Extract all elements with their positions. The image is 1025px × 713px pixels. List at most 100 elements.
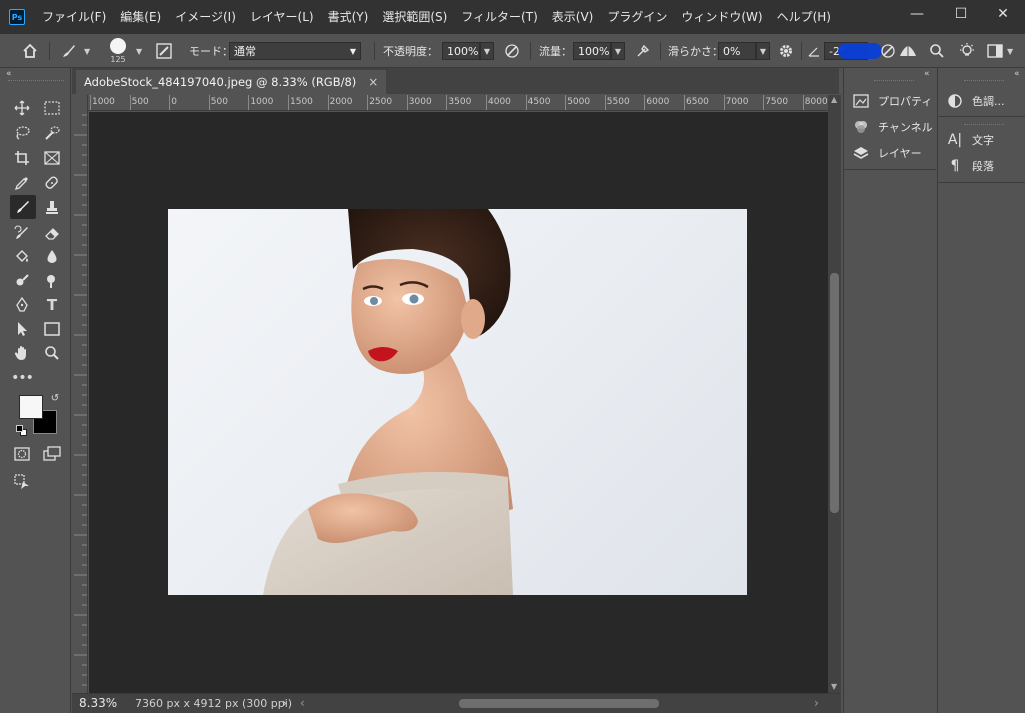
airbrush-icon[interactable]	[635, 34, 651, 68]
menu-plugins[interactable]: プラグイン	[600, 0, 674, 34]
menu-view[interactable]: 表示(V)	[545, 0, 601, 34]
menu-file[interactable]: ファイル(F)	[35, 0, 113, 34]
panel-adjustments[interactable]: 色調...	[946, 90, 1005, 112]
collapse-dock-icon[interactable]: «	[924, 69, 930, 79]
eraser-tool-icon[interactable]	[41, 222, 63, 244]
path-selection-tool-icon[interactable]	[11, 318, 33, 340]
quick-mask-icon[interactable]	[11, 443, 33, 465]
collapse-dock-icon[interactable]: «	[1014, 69, 1020, 79]
panel-properties[interactable]: プロパティ	[852, 90, 932, 112]
document-tab[interactable]: AdobeStock_484197040.jpeg @ 8.33% (RGB/8…	[76, 70, 387, 94]
zoom-lens-tool-icon[interactable]	[41, 270, 63, 292]
panel-dock-2: « 色調... A| 文字 ¶ 段落	[937, 68, 1025, 713]
mode-select[interactable]: 通常 ▼	[229, 34, 361, 68]
vertical-scrollbar[interactable]: ▲ ▼	[828, 95, 841, 693]
scroll-left-icon[interactable]: ‹	[300, 696, 305, 710]
home-icon[interactable]	[22, 34, 38, 68]
more-tools-icon[interactable]: •••	[11, 367, 34, 389]
spot-healing-tool-icon[interactable]	[41, 172, 63, 194]
panel-channels[interactable]: チャンネル	[852, 116, 933, 138]
foreground-color-swatch[interactable]	[19, 395, 43, 419]
dodge-tool-icon[interactable]	[11, 270, 33, 292]
pen-tool-icon[interactable]	[11, 294, 33, 316]
ruler-tick	[604, 95, 606, 110]
eyedropper-tool-icon[interactable]	[11, 172, 33, 194]
menu-edit[interactable]: 編集(E)	[113, 0, 168, 34]
chevron-down-icon[interactable]: ▼	[136, 34, 142, 68]
menu-layer[interactable]: レイヤー(L)	[243, 0, 321, 34]
panel-paragraph[interactable]: ¶ 段落	[946, 155, 994, 177]
ruler-tick	[208, 95, 210, 110]
default-colors-icon[interactable]	[16, 425, 28, 437]
collapse-panel-icon[interactable]: «	[6, 69, 12, 79]
pressure-opacity-icon[interactable]	[504, 34, 520, 68]
brush-tool-icon[interactable]	[10, 195, 36, 219]
ruler-tick	[367, 95, 369, 110]
edit-toolbar-icon[interactable]	[11, 471, 33, 493]
ruler-tick	[90, 95, 91, 110]
move-tool-icon[interactable]	[11, 97, 33, 119]
tool-preset-picker[interactable]: ▼	[60, 34, 90, 68]
hand-tool-icon[interactable]	[11, 342, 33, 364]
discover-lightbulb-icon[interactable]	[958, 34, 976, 68]
menu-window[interactable]: ウィンドウ(W)	[674, 0, 769, 34]
clone-stamp-tool-icon[interactable]	[41, 197, 63, 219]
ruler-tick	[169, 95, 171, 110]
flow-field[interactable]: 100% ▼	[573, 34, 625, 68]
brush-settings-toggle-icon[interactable]	[156, 34, 172, 68]
mode-label: モード：	[189, 45, 233, 58]
flow-label: 流量：	[539, 45, 572, 58]
vertical-scroll-thumb[interactable]	[830, 273, 839, 513]
ruler-label: 6500	[686, 97, 709, 107]
history-brush-tool-icon[interactable]	[11, 222, 33, 244]
ruler-tick	[248, 95, 250, 110]
close-window-button[interactable]: ✕	[981, 0, 1025, 28]
panel-layers[interactable]: レイヤー	[852, 142, 922, 164]
gear-icon[interactable]	[778, 34, 794, 68]
frame-tool-icon[interactable]	[41, 147, 63, 169]
scroll-right-icon[interactable]: ›	[814, 696, 819, 710]
screen-mode-icon[interactable]	[41, 443, 63, 465]
ruler-tick	[565, 95, 567, 110]
smoothing-field[interactable]: 0% ▼	[718, 34, 770, 68]
paint-bucket-tool-icon[interactable]	[11, 246, 33, 268]
chevron-down-icon: ▼	[611, 42, 625, 60]
brush-icon	[63, 45, 75, 57]
canvas-area[interactable]	[89, 112, 828, 693]
workspace-icon[interactable]: ▼	[987, 34, 1013, 68]
ruler-tick	[406, 95, 408, 110]
type-tool-icon[interactable]: T	[41, 294, 63, 316]
menu-help[interactable]: ヘルプ(H)	[770, 0, 838, 34]
layers-icon	[852, 145, 870, 161]
menu-filter[interactable]: フィルター(T)	[454, 0, 544, 34]
blur-tool-icon[interactable]	[41, 246, 63, 268]
quick-selection-tool-icon[interactable]	[41, 122, 63, 144]
vertical-ruler[interactable]	[72, 95, 88, 693]
maximize-button[interactable]: ☐	[939, 0, 983, 28]
panel-character[interactable]: A| 文字	[946, 129, 994, 151]
menu-select[interactable]: 選択範囲(S)	[375, 0, 454, 34]
rectangle-tool-icon[interactable]	[41, 318, 63, 340]
minimize-button[interactable]: —	[895, 0, 939, 28]
brush-size-picker[interactable]: 125	[110, 34, 126, 68]
lasso-tool-icon[interactable]	[11, 122, 33, 144]
pressure-size-icon[interactable]	[880, 34, 896, 68]
opacity-field[interactable]: 100% ▼	[442, 34, 494, 68]
document-image[interactable]	[168, 209, 747, 595]
ruler-tick	[723, 95, 725, 110]
menu-type[interactable]: 書式(Y)	[321, 0, 376, 34]
ruler-label: 500	[210, 97, 228, 107]
close-tab-icon[interactable]: ×	[368, 75, 378, 89]
zoom-tool-icon[interactable]	[41, 342, 63, 364]
horizontal-scroll-thumb[interactable]	[459, 699, 659, 708]
horizontal-ruler[interactable]: 1000 500 0 500 1000 1500 2000 2500 3000 3500 4000 4…	[88, 95, 828, 111]
menu-image[interactable]: イメージ(I)	[168, 0, 243, 34]
status-menu-arrow-icon[interactable]: ›	[282, 696, 287, 710]
marquee-tool-icon[interactable]	[41, 97, 63, 119]
document-tabs: AdobeStock_484197040.jpeg @ 8.33% (RGB/8…	[72, 68, 839, 94]
crop-tool-icon[interactable]	[11, 147, 33, 169]
search-icon[interactable]	[929, 34, 945, 68]
symmetry-icon[interactable]	[898, 34, 918, 68]
zoom-level[interactable]: 8.33%	[79, 696, 117, 710]
swap-colors-icon[interactable]: ↺	[48, 391, 62, 405]
